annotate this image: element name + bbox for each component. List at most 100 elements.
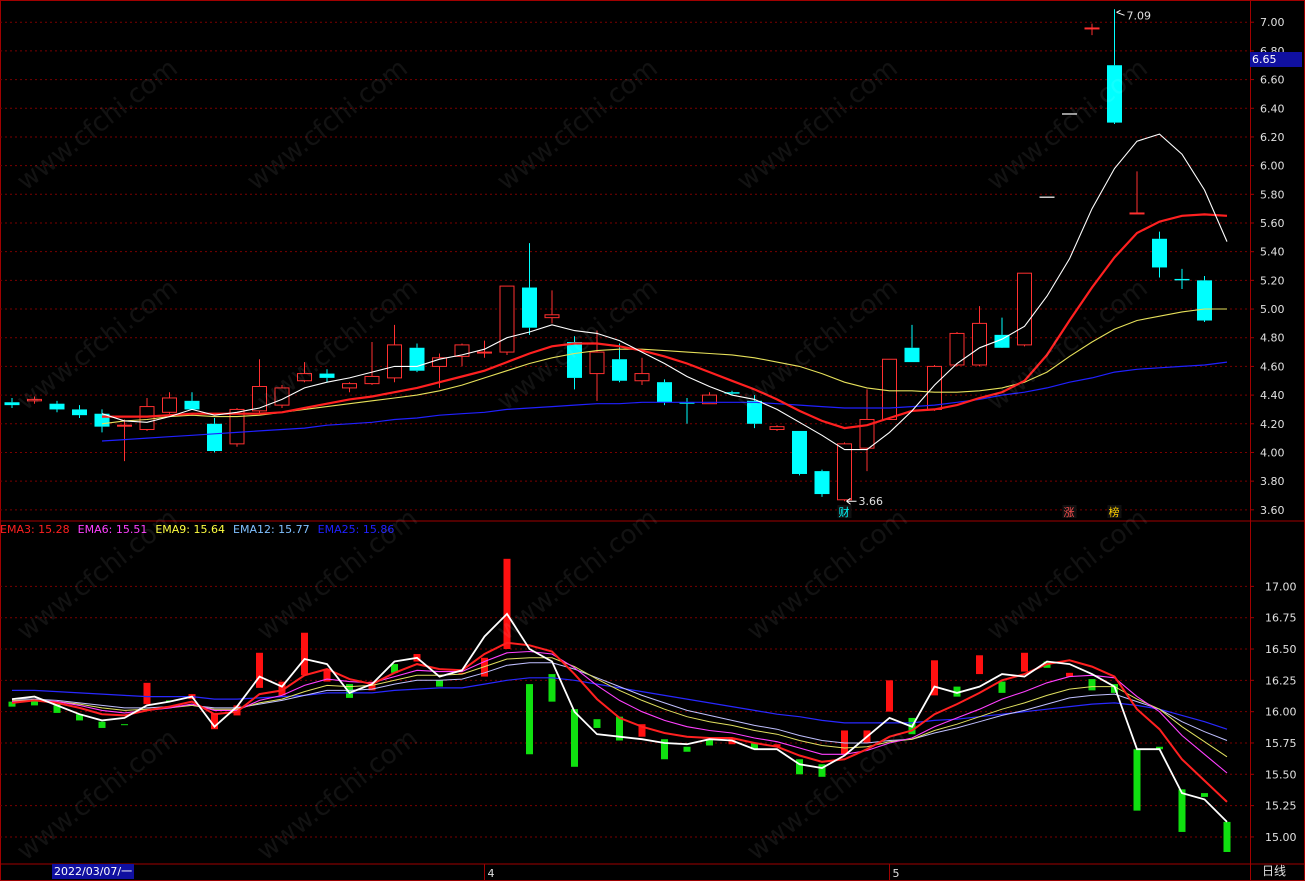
candle-body	[27, 398, 42, 402]
ema-tick-label: 16.25	[1265, 674, 1297, 687]
ema-bar	[998, 681, 1006, 693]
candle[interactable]	[972, 306, 987, 367]
candle-body	[792, 430, 807, 474]
candle-body	[297, 373, 312, 382]
ema-bar	[436, 680, 443, 687]
ema-bar	[301, 632, 308, 676]
grid-layer	[0, 0, 1305, 881]
candle[interactable]	[769, 425, 785, 431]
ema-bar	[526, 684, 533, 755]
candle-body	[364, 375, 380, 385]
candle[interactable]	[837, 442, 852, 502]
low-price-label: 3.66	[859, 495, 884, 508]
candle[interactable]	[72, 405, 87, 419]
event-marker[interactable]: 榜	[1109, 505, 1120, 519]
ema-tick-label: 15.50	[1265, 768, 1297, 781]
candle[interactable]	[499, 285, 515, 355]
price-moving-averages	[101, 133, 1228, 451]
candle[interactable]	[522, 243, 537, 335]
candle[interactable]	[859, 389, 875, 472]
price-tick-label: 6.20	[1260, 131, 1285, 144]
candle[interactable]	[387, 324, 402, 383]
stock-chart-canvas[interactable]: 7.093.66财涨榜 7.006.806.606.406.206.005.80…	[0, 0, 1305, 881]
ema-bar	[886, 680, 893, 712]
outer-frame	[0, 0, 1305, 881]
ema-bar	[98, 721, 106, 728]
candle[interactable]	[747, 395, 762, 429]
price-tick-label: 5.60	[1260, 217, 1285, 230]
candle[interactable]	[814, 469, 830, 497]
candle-body	[409, 347, 425, 371]
candle[interactable]	[1107, 9, 1122, 125]
candle[interactable]	[319, 369, 335, 383]
candle-body	[319, 373, 335, 378]
candle-body	[634, 373, 650, 382]
ema-tick-label: 17.00	[1265, 580, 1297, 593]
candle[interactable]	[1017, 272, 1032, 347]
candle[interactable]	[949, 331, 965, 367]
price-tick-label: 5.00	[1260, 303, 1285, 316]
candle-body	[1084, 27, 1100, 30]
ema-bar	[1178, 789, 1186, 832]
candle-body	[927, 365, 942, 410]
ema-bar	[1223, 821, 1231, 852]
candle-body	[589, 351, 605, 375]
candle[interactable]	[904, 324, 920, 363]
candle-body	[207, 423, 222, 452]
candle[interactable]	[162, 392, 177, 414]
candle-body	[252, 385, 267, 412]
candle[interactable]	[342, 382, 357, 393]
candle[interactable]	[544, 290, 560, 324]
candle[interactable]	[364, 342, 380, 386]
candle[interactable]	[409, 343, 425, 373]
candle[interactable]	[297, 362, 312, 383]
candle[interactable]	[589, 330, 605, 401]
ema-legend-item: EMA3: 15.28	[0, 523, 70, 536]
price-tick-label: 6.60	[1260, 74, 1285, 87]
candle[interactable]	[49, 400, 65, 413]
candle[interactable]	[792, 430, 807, 476]
candle[interactable]	[1174, 268, 1190, 289]
candle-body	[49, 403, 65, 410]
price-tick-label: 4.00	[1260, 446, 1285, 459]
ema-legend-item: EMA9: 15.64	[155, 523, 225, 536]
price-tick-label: 6.00	[1260, 160, 1285, 173]
price-annotations: 7.09 3.66 财 涨 榜	[837, 9, 1151, 519]
candle[interactable]	[634, 357, 650, 386]
candle-body	[612, 359, 627, 381]
candle[interactable]	[207, 418, 222, 453]
candle-body	[1197, 280, 1212, 321]
candle-body	[117, 424, 132, 427]
candle-body	[72, 409, 87, 416]
ema-bar	[1088, 679, 1096, 691]
candle[interactable]	[4, 397, 20, 409]
candle[interactable]	[1152, 231, 1167, 278]
period-label[interactable]: 日线	[1262, 864, 1286, 879]
price-tick-label: 3.80	[1260, 475, 1285, 488]
ema-tick-label: 16.50	[1265, 643, 1297, 656]
candle-body	[904, 347, 920, 363]
candle[interactable]	[882, 358, 897, 420]
candle-body	[4, 402, 20, 406]
event-marker[interactable]: 涨	[1064, 506, 1075, 519]
price-panel[interactable]	[4, 9, 1213, 502]
ema-tick-label: 15.00	[1265, 831, 1297, 844]
price-tick-label: 4.80	[1260, 332, 1285, 345]
candle-body	[882, 358, 897, 420]
candle-body	[162, 397, 177, 413]
ema-bar	[976, 655, 983, 675]
candle-body	[1129, 212, 1145, 215]
ema-bar	[593, 719, 601, 728]
candle-body	[747, 400, 762, 424]
candle-body	[477, 351, 492, 354]
candle-body	[522, 287, 537, 328]
candle[interactable]	[994, 317, 1010, 348]
candle[interactable]	[657, 379, 672, 406]
candle[interactable]	[1197, 276, 1212, 322]
event-marker[interactable]: 财	[839, 505, 850, 519]
candle[interactable]	[139, 397, 155, 431]
candle[interactable]	[1084, 23, 1100, 36]
candle[interactable]	[94, 409, 110, 433]
candle[interactable]	[27, 396, 42, 404]
candle[interactable]	[1129, 171, 1145, 215]
